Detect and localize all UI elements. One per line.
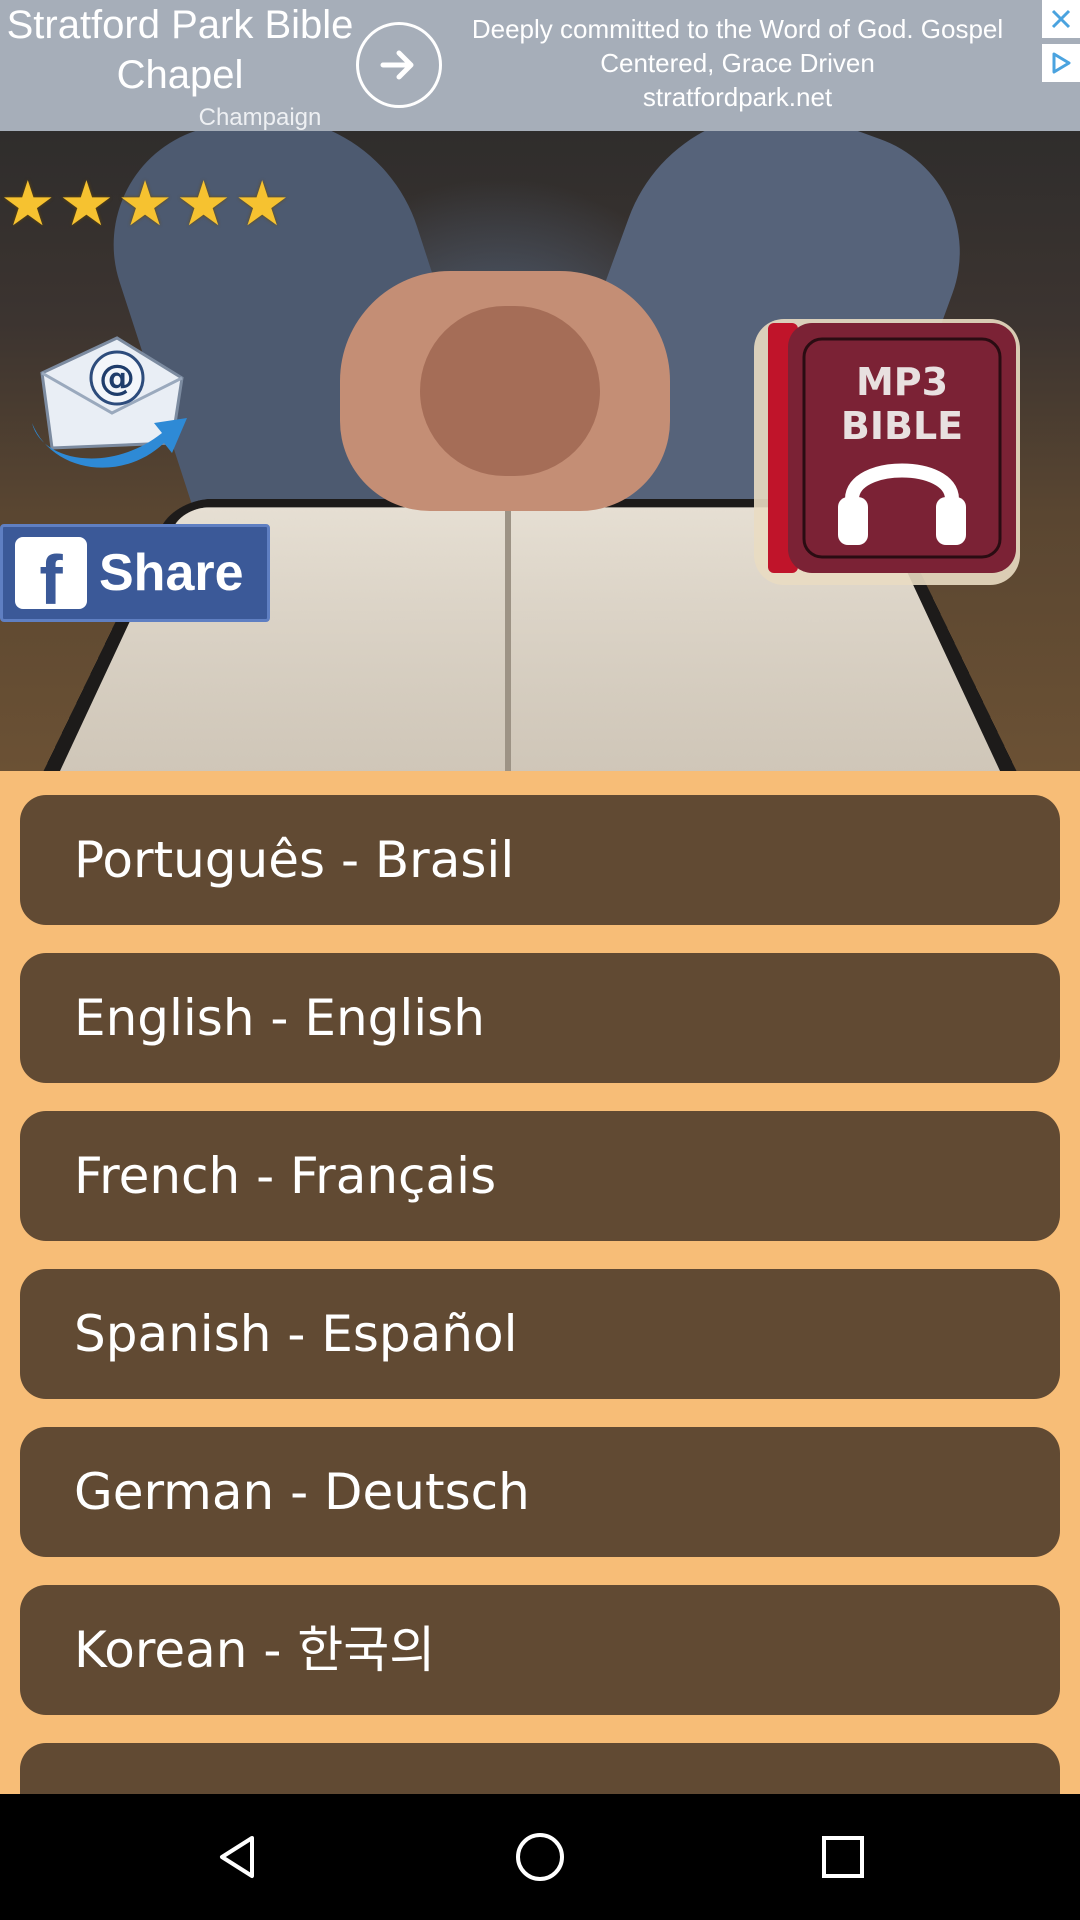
language-list[interactable]: Português - Brasil English - English Fre…	[0, 771, 1080, 1794]
star-icon[interactable]: ★	[59, 171, 115, 237]
adchoices-icon[interactable]	[1042, 44, 1080, 82]
ad-description[interactable]: Deeply committed to the Word of God. Gos…	[455, 12, 1020, 114]
ad-subtitle: Champaign	[198, 104, 322, 131]
facebook-share-button[interactable]: f Share	[0, 524, 270, 622]
share-label: Share	[99, 544, 244, 602]
rate-stars[interactable]: ★ ★ ★ ★ ★	[0, 171, 290, 237]
star-icon[interactable]: ★	[117, 171, 173, 237]
language-button-spanish[interactable]: Spanish - Español	[20, 1269, 1060, 1399]
home-icon[interactable]	[505, 1822, 575, 1892]
ad-banner[interactable]: Stratford Park Bible Chapel Champaign De…	[0, 0, 1080, 131]
ad-description-text: Deeply committed to the Word of God. Gos…	[471, 14, 1004, 78]
arrow-right-icon[interactable]	[356, 22, 442, 108]
svg-text:@: @	[99, 358, 135, 399]
language-button-korean[interactable]: Korean - 한국의	[20, 1585, 1060, 1715]
star-icon[interactable]: ★	[234, 171, 290, 237]
back-icon[interactable]	[202, 1822, 272, 1892]
hands-shadow	[420, 306, 600, 476]
ad-title[interactable]: Stratford Park Bible Chapel	[0, 0, 360, 100]
language-button-portuguese[interactable]: Português - Brasil	[20, 795, 1060, 925]
facebook-icon: f	[15, 537, 87, 609]
mp3-line2: BIBLE	[841, 404, 963, 448]
mp3-line1: MP3	[856, 360, 948, 404]
language-button-next[interactable]	[20, 1743, 1060, 1794]
bible-fold	[505, 491, 511, 771]
star-icon[interactable]: ★	[0, 171, 56, 237]
email-icon[interactable]: @	[22, 323, 192, 473]
close-icon[interactable]	[1042, 0, 1080, 38]
ad-url: stratfordpark.net	[642, 82, 833, 112]
mp3-bible-button[interactable]: MP3 BIBLE	[748, 313, 1026, 591]
language-button-french[interactable]: French - Français	[20, 1111, 1060, 1241]
language-button-german[interactable]: German - Deutsch	[20, 1427, 1060, 1557]
hero-image: ★ ★ ★ ★ ★ @ f Share MP3 BIBLE	[0, 131, 1080, 771]
navigation-bar	[0, 1794, 1080, 1920]
recents-icon[interactable]	[808, 1822, 878, 1892]
star-icon[interactable]: ★	[176, 171, 232, 237]
language-button-english[interactable]: English - English	[20, 953, 1060, 1083]
